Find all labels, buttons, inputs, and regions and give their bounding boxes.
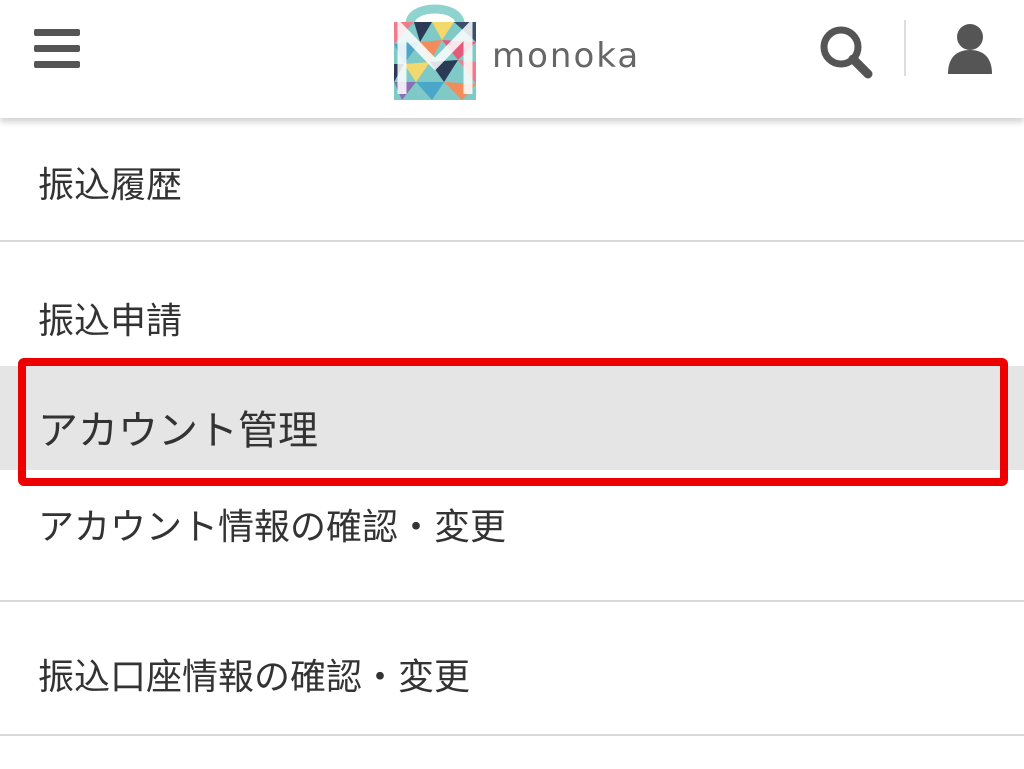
header-divider [904,20,906,76]
menu-item-account-management[interactable]: アカウント管理 [0,366,1024,470]
menu-item-label: アカウント管理 [38,408,318,454]
user-account-button[interactable] [944,22,996,76]
hamburger-menu-icon [34,61,80,68]
logo-bag-mosaic-icon [394,4,476,100]
account-menu-list: 振込履歴 振込申請 アカウント管理 アカウント情報の確認・変更 振込口座情報の確… [0,118,1024,736]
hamburger-menu-icon [34,29,80,36]
site-logo[interactable]: monoka [392,0,640,100]
menu-item-label: 振込口座情報の確認・変更 [38,657,471,698]
menu-item-label: アカウント情報の確認・変更 [38,507,507,548]
search-icon [820,26,873,79]
menu-item-account-info[interactable]: アカウント情報の確認・変更 [0,470,1024,602]
logo-text: monoka [492,36,641,76]
search-button[interactable] [818,24,874,80]
menu-item-transfer-request[interactable]: 振込申請 [0,242,1024,366]
menu-item-label: 振込申請 [38,301,183,342]
menu-item-label: 振込履歴 [38,165,183,206]
hamburger-menu-button[interactable] [30,26,84,70]
page: monoka 振込履歴 振込申請 アカウント管理 アカウント情報の確認・変更 振… [0,0,1024,769]
menu-item-transfer-history[interactable]: 振込履歴 [0,118,1024,242]
menu-item-bank-account-info[interactable]: 振込口座情報の確認・変更 [0,602,1024,736]
user-icon [948,24,992,74]
app-header: monoka [0,0,1024,118]
hamburger-menu-icon [34,45,80,52]
